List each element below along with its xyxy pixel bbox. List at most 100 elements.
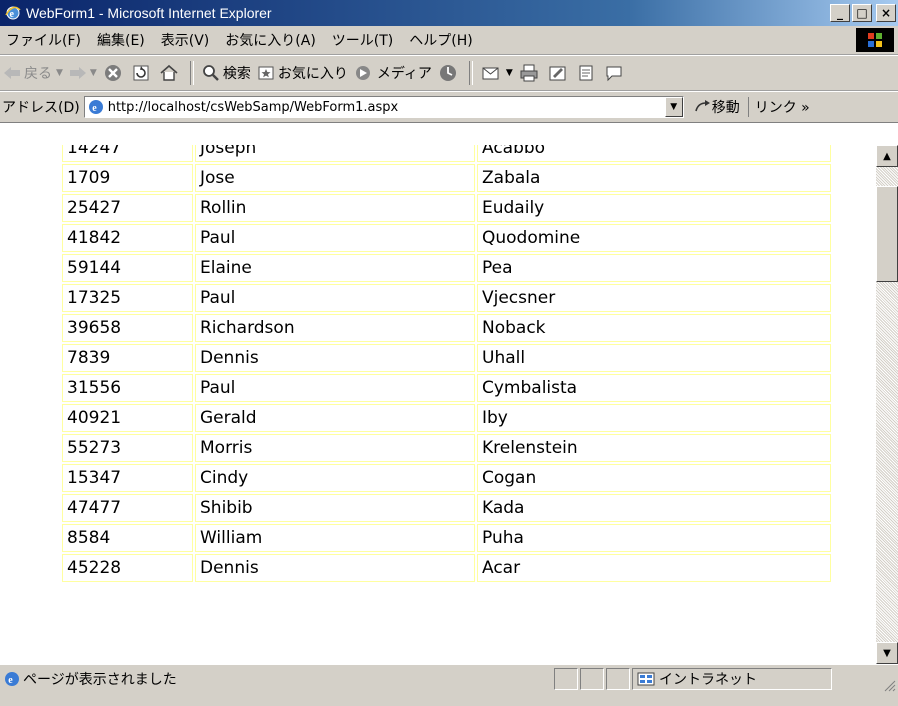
address-url: http://localhost/csWebSamp/WebForm1.aspx	[107, 99, 399, 115]
cell-id: 47477	[62, 494, 193, 522]
media-icon	[355, 66, 370, 80]
table-row: 1709 Jose Zabala	[62, 164, 831, 192]
cell-id: 55273	[62, 434, 193, 462]
history-button[interactable]	[438, 63, 461, 83]
cell-id: 17325	[62, 284, 193, 312]
page-content: 14247 Joseph Acabbo 1709 Jose Zabala 25427 Roll…	[0, 145, 876, 664]
cell-last-name: Acabbo	[477, 145, 831, 162]
forward-button[interactable]: ▼	[69, 65, 97, 81]
cell-first-name: Morris	[195, 434, 475, 462]
status-panel	[554, 668, 578, 690]
menu-file[interactable]: ファイル(F)	[0, 30, 89, 50]
cell-last-name: Pea	[477, 254, 831, 282]
cell-first-name: Paul	[195, 224, 475, 252]
cell-first-name: Paul	[195, 284, 475, 312]
mail-icon	[482, 67, 499, 80]
refresh-button[interactable]	[132, 64, 153, 82]
cell-id: 15347	[62, 464, 193, 492]
cell-id: 59144	[62, 254, 193, 282]
menu-help[interactable]: ヘルプ(H)	[401, 30, 480, 50]
discuss-icon	[579, 65, 593, 81]
cell-last-name: Iby	[477, 404, 831, 432]
cell-first-name: Dennis	[195, 554, 475, 582]
mail-dropdown-icon[interactable]: ▼	[506, 68, 513, 78]
cell-first-name: Jose	[195, 164, 475, 192]
status-message-area: e ページが表示されました	[0, 669, 552, 689]
back-button[interactable]: 戻る ▼	[3, 63, 63, 83]
messenger-button[interactable]	[604, 64, 627, 82]
table-row: 59144 Elaine Pea	[62, 254, 831, 282]
status-bar: e ページが表示されました イントラネット	[0, 664, 898, 706]
home-icon	[160, 64, 178, 81]
search-icon	[202, 65, 219, 81]
menu-tools[interactable]: ツール(T)	[324, 30, 401, 50]
menu-view[interactable]: 表示(V)	[153, 30, 218, 50]
resize-grip-icon[interactable]	[882, 678, 896, 692]
menu-edit[interactable]: 編集(E)	[89, 30, 153, 50]
table-row: 17325 Paul Vjecsner	[62, 284, 831, 312]
scrollbar-thumb[interactable]	[876, 185, 898, 282]
media-button[interactable]: メディア	[354, 63, 432, 83]
back-dropdown-icon[interactable]: ▼	[56, 68, 63, 78]
menu-bar: ファイル(F) 編集(E) 表示(V) お気に入り(A) ツール(T) ヘルプ(…	[0, 26, 898, 55]
links-button[interactable]: リンク »	[747, 97, 810, 117]
cell-first-name: Richardson	[195, 314, 475, 342]
cell-id: 25427	[62, 194, 193, 222]
discuss-button[interactable]	[577, 64, 598, 82]
vertical-scrollbar[interactable]: ▲ ▼	[876, 145, 898, 664]
forward-dropdown-icon[interactable]: ▼	[90, 68, 97, 78]
table-row: 31556 Paul Cymbalista	[62, 374, 831, 402]
mail-button[interactable]: ▼	[481, 64, 513, 82]
edit-button[interactable]	[548, 64, 571, 82]
intranet-zone-icon	[637, 672, 655, 686]
table-row: 14247 Joseph Acabbo	[62, 145, 831, 162]
cell-last-name: Kada	[477, 494, 831, 522]
toolbar-separator	[468, 61, 473, 85]
table-row: 39658 Richardson Noback	[62, 314, 831, 342]
edit-icon	[549, 66, 566, 81]
cell-first-name: William	[195, 524, 475, 552]
cell-id: 8584	[62, 524, 193, 552]
menu-favorites[interactable]: お気に入り(A)	[217, 30, 324, 50]
home-button[interactable]	[159, 64, 182, 82]
ie-page-icon: e	[88, 100, 103, 114]
table-row: 40921 Gerald Iby	[62, 404, 831, 432]
toolbar-separator	[189, 61, 194, 85]
cell-last-name: Uhall	[477, 344, 831, 372]
svg-text:e: e	[8, 675, 13, 686]
windows-logo-icon	[856, 28, 894, 52]
address-dropdown-icon[interactable]: ▼	[664, 97, 683, 117]
cell-first-name: Cindy	[195, 464, 475, 492]
cell-id: 41842	[62, 224, 193, 252]
cell-id: 1709	[62, 164, 193, 192]
back-arrow-icon	[4, 67, 20, 79]
print-button[interactable]	[519, 64, 542, 82]
minimize-button[interactable]: _	[830, 4, 850, 22]
table-row: 8584 William Puha	[62, 524, 831, 552]
cell-first-name: Rollin	[195, 194, 475, 222]
cell-last-name: Quodomine	[477, 224, 831, 252]
maximize-button[interactable]: □	[852, 4, 872, 22]
scroll-down-icon[interactable]: ▼	[876, 642, 898, 664]
cell-id: 39658	[62, 314, 193, 342]
address-input[interactable]: e http://localhost/csWebSamp/WebForm1.as…	[83, 96, 684, 118]
cell-first-name: Dennis	[195, 344, 475, 372]
scroll-up-icon[interactable]: ▲	[876, 145, 898, 167]
data-grid: 14247 Joseph Acabbo 1709 Jose Zabala 25427 Roll…	[60, 145, 833, 584]
cell-id: 7839	[62, 344, 193, 372]
go-button[interactable]: 移動	[694, 97, 740, 117]
back-label: 戻る	[24, 66, 52, 82]
cell-last-name: Cogan	[477, 464, 831, 492]
search-button[interactable]: 検索	[202, 63, 251, 83]
stop-button[interactable]	[103, 63, 126, 83]
cell-last-name: Noback	[477, 314, 831, 342]
search-label: 検索	[222, 66, 251, 82]
close-button[interactable]: ×	[876, 4, 896, 22]
table-row: 25427 Rollin Eudaily	[62, 194, 831, 222]
cell-id: 40921	[62, 404, 193, 432]
favorites-button[interactable]: お気に入り	[257, 63, 348, 83]
messenger-icon	[606, 66, 622, 82]
standard-toolbar: 戻る ▼ ▼ 検索 お気に入り メディア ▼	[0, 55, 898, 91]
cell-id: 45228	[62, 554, 193, 582]
stop-icon	[104, 65, 121, 81]
